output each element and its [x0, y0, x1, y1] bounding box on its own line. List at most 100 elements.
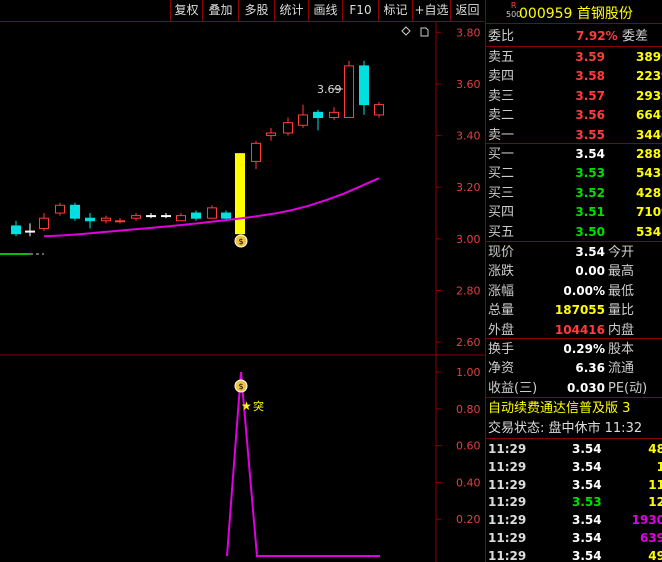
stock-header: 000959 首钢股份 — [519, 3, 633, 23]
candle-body — [266, 132, 276, 137]
candle-body — [39, 217, 49, 230]
statistics-button[interactable]: 统计 — [274, 0, 308, 21]
ticker-row[interactable]: 自动续费通达信普及版 3 — [488, 399, 630, 418]
tick-volume: 639 — [639, 531, 662, 545]
window-icon[interactable] — [420, 27, 429, 37]
overlay-button[interactable]: 叠加 — [202, 0, 238, 21]
tick-price: 3.54 — [572, 531, 602, 545]
tick-volume: 48 — [648, 442, 662, 456]
bid-4-value: 3.51 — [575, 205, 605, 220]
bid-3-label: 买三 — [488, 185, 515, 201]
mark-button[interactable]: 标记 — [378, 0, 412, 21]
ask-1-label: 卖一 — [488, 127, 515, 143]
ask-volume: 2239 — [636, 69, 662, 84]
candle-body — [207, 207, 217, 219]
bid-1-row: 买一 3.54 288 — [488, 145, 662, 164]
candle-body — [115, 220, 125, 223]
multi-stock-button[interactable]: 多股 — [238, 0, 274, 21]
tick-volume: 1930 — [631, 513, 662, 528]
diamond-icon[interactable] — [401, 26, 411, 36]
candle-body — [131, 215, 141, 219]
tick-price: 3.54 — [572, 477, 602, 492]
stock-name: 首钢股份 — [576, 6, 633, 22]
stat2-label: 最低 — [608, 283, 635, 299]
tick-price: 3.54 — [572, 513, 602, 528]
tick-time: 11:29 — [488, 477, 527, 492]
stock-code: 000959 — [519, 6, 573, 22]
indicator-tick-label: 0.60 — [456, 440, 481, 453]
ask-1-row: 卖一 3.55 3440 — [488, 126, 662, 145]
add-watchlist-button[interactable]: +自选 — [412, 0, 450, 21]
info-1-value: 6.36 — [575, 361, 605, 376]
ratio-value: 7.92% — [576, 29, 618, 43]
ask-volume: 2939 — [636, 88, 662, 103]
indicator-tick-label: 0.80 — [456, 403, 481, 416]
candle-body — [329, 111, 339, 119]
bid-volume: 5438 — [636, 166, 662, 181]
bid-3-value: 3.52 — [575, 185, 605, 200]
candle-body — [235, 153, 245, 235]
info2-label: PE(动) — [608, 380, 648, 396]
svg-text:$: $ — [238, 382, 243, 391]
tick-volume: 11 — [648, 477, 662, 492]
candle-body — [374, 104, 384, 116]
candle-body — [11, 225, 21, 235]
ask-3-value: 3.57 — [575, 88, 605, 103]
bid-volume: 5341 — [636, 224, 662, 239]
candle-body — [191, 212, 201, 219]
info-0-row: 换手 0.29% 股本 — [488, 340, 662, 359]
price-tick-label: 3.40 — [456, 130, 481, 143]
restore-rights-button[interactable]: 复权 — [170, 0, 202, 21]
stat-3-value: 187055 — [554, 303, 605, 318]
diff-label: 委差 — [622, 29, 649, 44]
kline-chart-area[interactable]: 3.80 3.60 3.40 3.20 3.00 2.80 2.60 1.00 0.80 0.6… — [0, 22, 485, 562]
ask-4-label: 卖四 — [488, 69, 515, 85]
tick-row: 11:29 3.54 11 — [488, 476, 662, 495]
back-button[interactable]: 返回 — [450, 0, 484, 21]
tick-row: 11:29 3.54 1 — [488, 458, 662, 477]
price-tick-label: 2.80 — [456, 284, 481, 297]
tick-time: 11:29 — [488, 459, 527, 474]
draw-line-button[interactable]: 画线 — [308, 0, 342, 21]
divider — [486, 23, 662, 24]
bid-2-label: 买二 — [488, 166, 515, 182]
bid-volume: 288 — [636, 147, 662, 161]
divider — [486, 397, 662, 398]
stat2-label: 今开 — [608, 245, 635, 260]
tick-row: 11:29 3.54 49 — [488, 547, 662, 562]
indicator-axis: 1.00 0.80 0.60 0.40 0.20 — [436, 366, 481, 526]
stat-1-value: 0.00 — [575, 264, 605, 279]
ask-3-label: 卖三 — [488, 88, 515, 104]
tick-time: 11:29 — [488, 513, 527, 528]
ask-volume: 3440 — [636, 127, 662, 142]
bid-5-label: 买五 — [488, 224, 515, 240]
tick-price: 3.54 — [572, 459, 602, 474]
divider — [486, 241, 662, 242]
candle-body — [251, 142, 261, 162]
candle-body — [359, 65, 369, 106]
stat-3-row: 总量 187055 量比 — [488, 301, 662, 320]
info2-label: 股本 — [608, 342, 635, 357]
f10-button[interactable]: F10 — [342, 0, 378, 21]
tick-price: 3.54 — [572, 548, 602, 562]
tick-time: 11:29 — [488, 442, 527, 456]
candle-body — [70, 204, 80, 219]
candle-body — [161, 215, 171, 218]
bid-5-row: 买五 3.50 5341 — [488, 223, 662, 242]
divider — [486, 438, 662, 439]
star-icon: ★ — [241, 399, 252, 413]
indicator-tick-label: 0.40 — [456, 476, 481, 489]
ask-5-label: 卖五 — [488, 50, 515, 65]
tick-time: 11:29 — [488, 548, 527, 562]
price-tick-label: 3.80 — [456, 26, 481, 39]
stat-2-value: 0.00% — [563, 283, 605, 298]
candle-body — [298, 114, 308, 126]
ask-2-label: 卖二 — [488, 108, 515, 124]
stat-3-label: 总量 — [488, 303, 515, 319]
stat-4-row: 外盘 104416 内盘 — [488, 321, 662, 340]
bid-1-value: 3.54 — [575, 147, 605, 161]
price-axis: 3.80 3.60 3.40 3.20 3.00 2.80 2.60 — [436, 26, 481, 349]
info2-label: 流通 — [608, 361, 635, 377]
info-2-row: 收益(三) 0.030 PE(动) — [488, 379, 662, 398]
info-0-label: 换手 — [488, 342, 515, 357]
